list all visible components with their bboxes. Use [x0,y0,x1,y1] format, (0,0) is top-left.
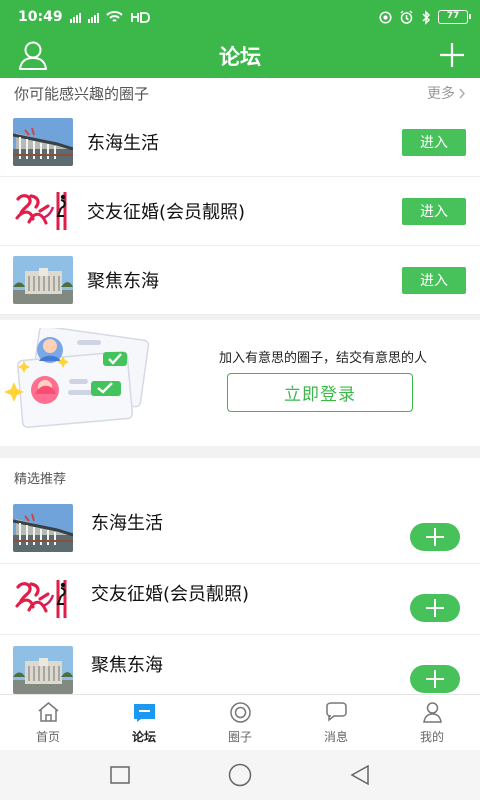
status-left: 10:49 [18,9,150,25]
interest-circle-row[interactable]: 东海生活 进入 [0,108,480,177]
recommended-circle-row[interactable]: 聚焦东海 [0,635,480,694]
page-title: 论坛 [219,45,261,69]
join-plus-button[interactable] [410,594,460,622]
join-plus-button[interactable] [410,523,460,551]
interest-circle-row[interactable]: 聚焦东海 进入 [0,246,480,315]
recommended-circle-name: 东海生活 [91,513,163,534]
enter-button[interactable]: 进入 [402,128,466,156]
enter-button[interactable]: 进入 [402,266,466,294]
status-right: 77 [379,9,471,25]
recent-apps-button[interactable] [106,761,134,789]
join-plus-button[interactable] [410,665,460,693]
more-link[interactable]: 更多 [427,83,466,103]
recommended-circle-row[interactable]: 交友征婚(会员靓照) [0,564,480,635]
tab-messages[interactable]: 消息 [288,695,384,750]
interest-circle-row[interactable]: 交友征婚(会员靓照) 进入 [0,177,480,246]
back-system-button[interactable] [346,761,374,789]
enter-button[interactable]: 进入 [402,197,466,225]
status-bar: 10:49 77 [0,0,480,34]
circle-name: 交友征婚(会员靓照) [87,202,246,223]
building-photo [13,504,73,552]
tab-circles-label: 圈子 [227,729,252,744]
back-triangle-icon [350,764,369,786]
forum-icon [133,703,155,722]
tab-forum[interactable]: 论坛 [96,695,192,750]
tab-profile[interactable]: 我的 [384,695,480,750]
wifi-icon [105,11,123,22]
user-icon[interactable] [17,41,49,71]
alarm-icon [400,9,413,24]
chevron-right-icon [459,88,465,98]
circle-name: 聚焦东海 [87,271,159,292]
recommended-section: 精选推荐 东海生活 交友征婚(会员靓照) 聚焦东海 [0,458,480,694]
circle-icon [229,701,251,723]
forum-content: 你可能感兴趣的圈子 更多 东海生活 进入 交友征婚(会员靓照) 进入 聚焦东海 … [0,78,480,694]
signal-icon [69,12,81,23]
interest-circles-section: 你可能感兴趣的圈子 更多 东海生活 进入 交友征婚(会员靓照) 进入 聚焦东海 … [0,78,480,315]
message-icon [325,701,347,722]
tab-messages-label: 消息 [323,729,348,744]
status-time: 10:49 [18,9,63,25]
campus-photo [13,646,73,694]
record-icon [379,10,392,24]
square-icon [110,766,130,784]
campus-photo [13,256,73,304]
interest-section-header: 你可能感兴趣的圈子 更多 [0,78,480,108]
login-promo-text: 加入有意思的圈子，结交有意思的人 [218,351,427,366]
signal-icon [87,12,99,23]
plus-icon[interactable] [437,40,467,70]
login-promo: 加入有意思的圈子，结交有意思的人 立即登录 [0,320,480,446]
dating-logo [13,187,73,235]
tab-profile-label: 我的 [419,729,444,744]
interest-section-title: 你可能感兴趣的圈子 [14,84,150,103]
more-label: 更多 [427,86,455,102]
recommended-title: 精选推荐 [14,472,67,487]
battery-icon: 77 [438,10,471,24]
bottom-tab-bar: 首页 论坛 圈子 消息 我的 [0,694,480,750]
tab-forum-label: 论坛 [131,729,156,744]
circle-name: 东海生活 [87,133,159,154]
system-navigation-bar [0,750,480,800]
circle-system-icon [228,763,252,787]
profile-icon [422,701,442,723]
home-system-button[interactable] [226,761,254,789]
top-navigation: 论坛 [0,34,480,78]
dating-logo [13,575,73,623]
recommended-circle-name: 交友征婚(会员靓照) [91,584,250,605]
membership-cards-illustration [4,328,150,428]
bluetooth-icon [422,9,431,25]
hd-icon [130,11,150,23]
login-button[interactable]: 立即登录 [227,373,413,412]
building-photo [13,118,73,166]
recommended-circle-row[interactable]: 东海生活 [0,493,480,564]
tab-circles[interactable]: 圈子 [192,695,288,750]
recommended-circle-name: 聚焦东海 [91,655,163,676]
tab-home[interactable]: 首页 [0,695,96,750]
home-icon [38,701,58,722]
tab-home-label: 首页 [35,729,60,744]
